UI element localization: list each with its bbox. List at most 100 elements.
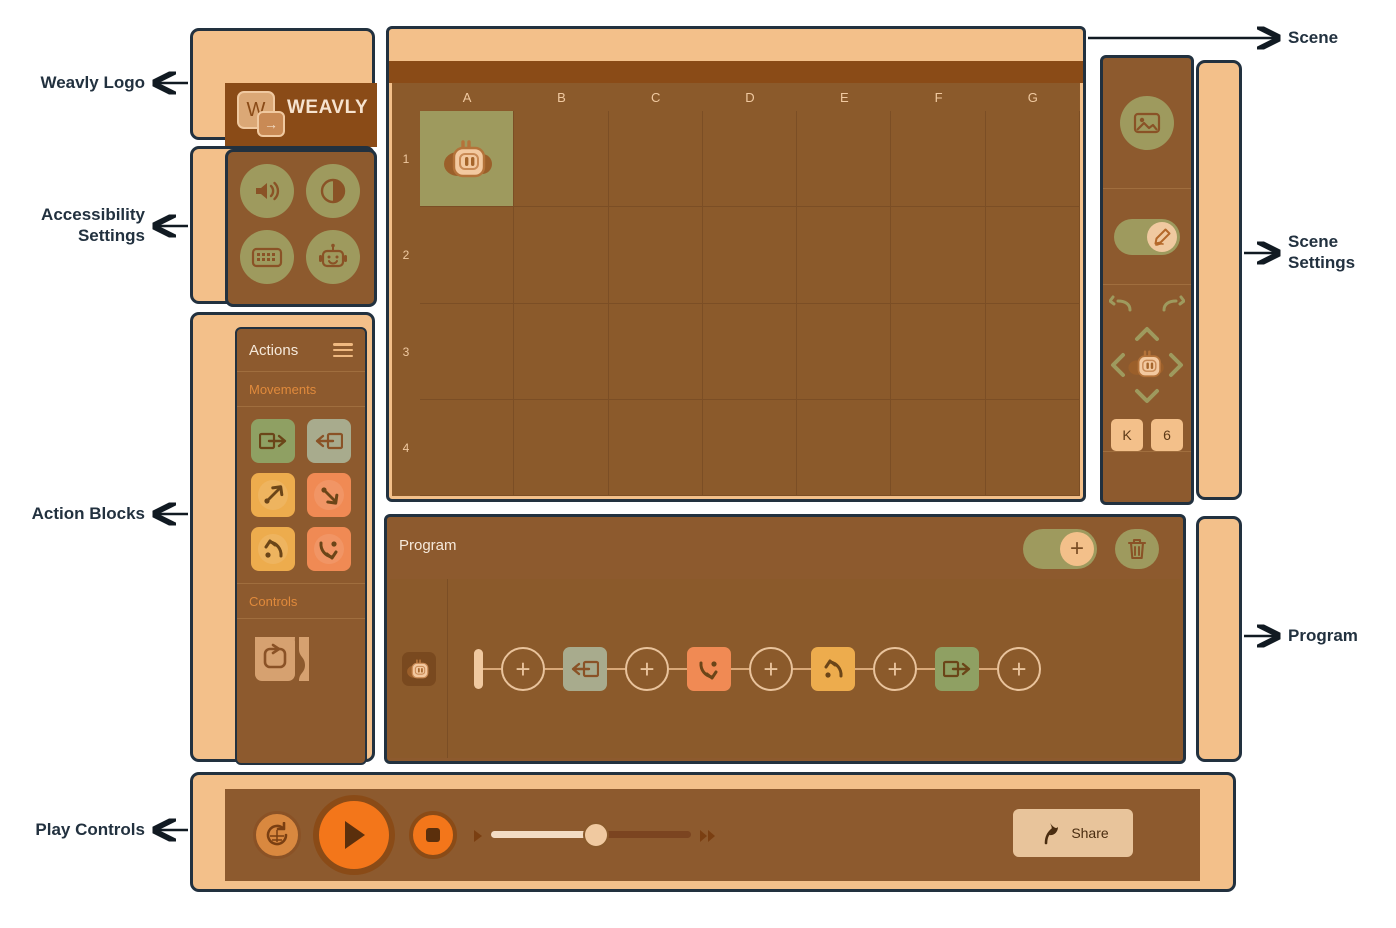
grid-cell-G4[interactable]: [985, 399, 1080, 496]
add-node[interactable]: +: [501, 646, 545, 691]
grid-cell-A4[interactable]: [420, 399, 515, 496]
scene-grid[interactable]: A B C D E F G 1 2 3 4: [392, 83, 1080, 496]
grid-cell-D3[interactable]: [702, 303, 798, 400]
section-title-controls: Controls: [237, 583, 365, 619]
add-node[interactable]: +: [625, 646, 669, 691]
sound-toggle[interactable]: [240, 164, 294, 218]
grid-cell-D2[interactable]: [702, 207, 798, 304]
turn-right-90-block[interactable]: [307, 527, 351, 571]
grid-cell-C2[interactable]: [608, 207, 703, 304]
grid-cell-A2[interactable]: [420, 207, 515, 304]
undo-button[interactable]: [1109, 295, 1133, 313]
annotation-accessibility-settings: Accessibility Settings: [41, 205, 145, 246]
row-label-button[interactable]: 6: [1151, 419, 1183, 451]
backward-block[interactable]: [307, 419, 351, 463]
turn-right-90-block[interactable]: [687, 646, 731, 691]
connector: [731, 667, 749, 670]
grid-cell-D1[interactable]: [702, 111, 798, 208]
grid-cell-G3[interactable]: [985, 303, 1080, 400]
col-G: G: [1027, 89, 1038, 105]
forward-block[interactable]: [251, 419, 295, 463]
redo-button[interactable]: [1161, 295, 1185, 313]
grid-cell-A3[interactable]: [420, 303, 515, 400]
annotation-action-blocks: Action Blocks: [31, 504, 145, 523]
scene-edit-toggle[interactable]: [1114, 218, 1180, 255]
grid-cell-E2[interactable]: [797, 207, 892, 304]
speaker-icon: [256, 181, 280, 201]
grid-cell-C4[interactable]: [608, 399, 703, 496]
grid-cell-E1[interactable]: [797, 111, 892, 208]
turn-left-45-block[interactable]: [251, 473, 295, 517]
grid-cell-B1[interactable]: [514, 111, 609, 208]
grid-cell-B2[interactable]: [514, 207, 609, 304]
accessibility-settings-panel: [190, 146, 377, 307]
weavly-logo[interactable]: W → WEAVLY: [225, 83, 377, 147]
grid-cell-C1[interactable]: [608, 111, 703, 208]
contrast-icon: [320, 178, 346, 204]
grid-cell-F4[interactable]: [891, 399, 986, 496]
add-node[interactable]: +: [749, 646, 793, 691]
actions-header: Actions: [237, 329, 365, 372]
col-C: C: [651, 89, 661, 105]
add-node[interactable]: +: [873, 646, 917, 691]
scene-background-section: [1103, 58, 1191, 189]
grid-cell-F1[interactable]: [891, 111, 986, 208]
turn-right-90-icon: [319, 541, 338, 560]
grid-cell-A1[interactable]: [420, 111, 515, 208]
hamburger-icon[interactable]: [333, 343, 353, 357]
col-D: D: [745, 89, 755, 105]
grid-cell-F3[interactable]: [891, 303, 986, 400]
connector: [979, 667, 997, 670]
grid-cell-D4[interactable]: [702, 399, 798, 496]
turn-left-45-icon: [264, 485, 284, 504]
keyboard-icon: [251, 247, 283, 268]
grid-cell-E4[interactable]: [797, 399, 892, 496]
turn-left-90-block[interactable]: [251, 527, 295, 571]
annotation-play-controls: Play Controls: [35, 820, 145, 839]
play-button[interactable]: [313, 795, 395, 875]
program-start-bar: [474, 648, 483, 689]
coordinate-buttons: K 6: [1111, 419, 1183, 451]
delete-all-button[interactable]: [1115, 529, 1159, 569]
speed-slider[interactable]: [491, 822, 691, 848]
row-4: 4: [402, 440, 410, 455]
share-icon: [1045, 823, 1059, 845]
loop-block[interactable]: [251, 631, 325, 687]
turn-right-45-block[interactable]: [307, 473, 351, 517]
refresh-icon: [266, 822, 288, 846]
grid-cell-B3[interactable]: [514, 303, 609, 400]
grid-cell-F2[interactable]: [891, 207, 986, 304]
grid-cell-E3[interactable]: [797, 303, 892, 400]
connector: [545, 667, 563, 670]
toggle-knob: [1147, 221, 1177, 252]
share-button[interactable]: Share: [1013, 809, 1133, 857]
turn-right-45-icon: [321, 487, 339, 505]
scene-top-strip: [389, 61, 1083, 83]
slider-knob[interactable]: [583, 822, 609, 848]
grid-cell-B4[interactable]: [514, 399, 609, 496]
trash-icon: [1127, 538, 1147, 560]
arrow-right-box-icon: [943, 660, 971, 677]
row-1: 1: [402, 152, 410, 167]
character-select[interactable]: [306, 230, 360, 284]
add-node-toggle[interactable]: +: [1023, 529, 1097, 569]
connector: [793, 667, 811, 670]
arrow-left-box-icon: [315, 432, 343, 450]
column-label-button[interactable]: K: [1111, 419, 1143, 451]
turn-left-90-block[interactable]: [811, 646, 855, 691]
slider-max-icon: [699, 829, 717, 848]
stop-icon: [426, 828, 440, 842]
grid-cell-G1[interactable]: [985, 111, 1080, 208]
add-node[interactable]: +: [997, 646, 1041, 691]
share-label: Share: [1071, 825, 1109, 841]
scene-image-button[interactable]: [1120, 96, 1174, 150]
program-header: Program +: [387, 517, 1183, 579]
refresh-button[interactable]: [253, 811, 301, 859]
contrast-toggle[interactable]: [306, 164, 360, 218]
grid-cell-G2[interactable]: [985, 207, 1080, 304]
forward-block[interactable]: [935, 646, 979, 691]
grid-cell-C3[interactable]: [608, 303, 703, 400]
backward-block[interactable]: [563, 646, 607, 691]
keyboard-shortcuts[interactable]: [240, 230, 294, 284]
stop-button[interactable]: [409, 811, 457, 859]
